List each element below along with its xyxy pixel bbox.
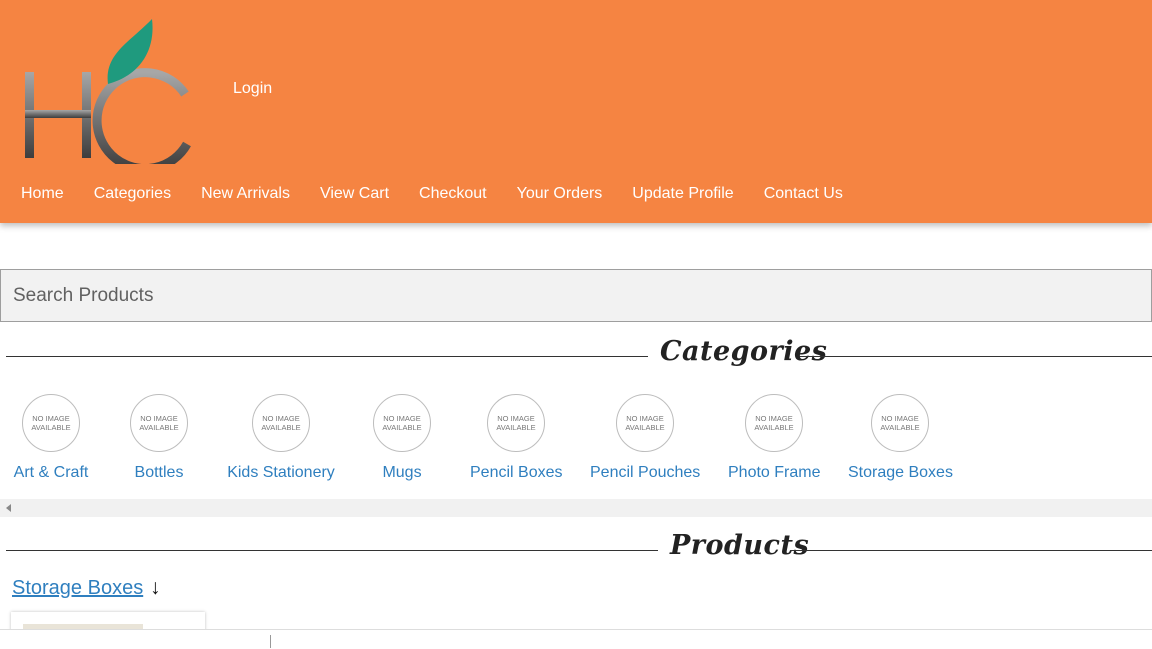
placeholder-text: AVAILABLE bbox=[880, 423, 920, 432]
placeholder-text: NO IMAGE bbox=[755, 414, 793, 423]
placeholder-text: NO IMAGE bbox=[383, 414, 421, 423]
category-item-kids-stationery[interactable]: NO IMAGE AVAILABLE Kids Stationery bbox=[227, 394, 335, 482]
nav-home[interactable]: Home bbox=[21, 185, 64, 203]
site-header: Login Home Categories New Arrivals View … bbox=[0, 0, 1152, 223]
products-title: Products bbox=[670, 530, 810, 561]
no-image-placeholder: NO IMAGE AVAILABLE bbox=[616, 394, 674, 452]
search-input[interactable] bbox=[1, 270, 1151, 321]
scroll-left-arrow-icon[interactable] bbox=[6, 504, 11, 512]
placeholder-text: NO IMAGE bbox=[140, 414, 178, 423]
placeholder-text: AVAILABLE bbox=[496, 423, 536, 432]
placeholder-text: NO IMAGE bbox=[626, 414, 664, 423]
divider-line bbox=[800, 356, 1152, 357]
products-heading: Products bbox=[6, 530, 1152, 570]
nav-view-cart[interactable]: View Cart bbox=[320, 185, 389, 203]
no-image-placeholder: NO IMAGE AVAILABLE bbox=[22, 394, 80, 452]
status-bar bbox=[0, 629, 1152, 649]
category-link-storage-boxes[interactable]: Storage Boxes bbox=[12, 577, 143, 600]
no-image-placeholder: NO IMAGE AVAILABLE bbox=[252, 394, 310, 452]
divider-line bbox=[6, 356, 648, 357]
category-label[interactable]: Kids Stationery bbox=[227, 464, 335, 482]
category-label[interactable]: Art & Craft bbox=[9, 464, 93, 482]
category-label[interactable]: Mugs bbox=[372, 464, 432, 482]
search-bar bbox=[0, 269, 1152, 322]
nav-your-orders[interactable]: Your Orders bbox=[517, 185, 603, 203]
placeholder-text: AVAILABLE bbox=[754, 423, 794, 432]
category-label[interactable]: Storage Boxes bbox=[848, 464, 953, 482]
category-item-mugs[interactable]: NO IMAGE AVAILABLE Mugs bbox=[372, 394, 432, 482]
horizontal-scrollbar[interactable] bbox=[0, 499, 1152, 517]
nav-contact-us[interactable]: Contact Us bbox=[764, 185, 843, 203]
category-item-pencil-boxes[interactable]: NO IMAGE AVAILABLE Pencil Boxes bbox=[470, 394, 563, 482]
categories-heading: Categories bbox=[6, 336, 1152, 376]
main-nav: Home Categories New Arrivals View Cart C… bbox=[21, 185, 873, 203]
no-image-placeholder: NO IMAGE AVAILABLE bbox=[373, 394, 431, 452]
placeholder-text: AVAILABLE bbox=[625, 423, 665, 432]
no-image-placeholder: NO IMAGE AVAILABLE bbox=[130, 394, 188, 452]
category-item-storage-boxes[interactable]: NO IMAGE AVAILABLE Storage Boxes bbox=[848, 394, 953, 482]
category-label[interactable]: Pencil Pouches bbox=[590, 464, 700, 482]
category-item-art-craft[interactable]: NO IMAGE AVAILABLE Art & Craft bbox=[14, 394, 88, 482]
category-list: NO IMAGE AVAILABLE Art & Craft NO IMAGE … bbox=[0, 394, 1152, 494]
nav-new-arrivals[interactable]: New Arrivals bbox=[201, 185, 290, 203]
placeholder-text: NO IMAGE bbox=[32, 414, 70, 423]
categories-title: Categories bbox=[660, 336, 828, 367]
placeholder-text: AVAILABLE bbox=[382, 423, 422, 432]
no-image-placeholder: NO IMAGE AVAILABLE bbox=[745, 394, 803, 452]
category-item-photo-frame[interactable]: NO IMAGE AVAILABLE Photo Frame bbox=[728, 394, 820, 482]
placeholder-text: NO IMAGE bbox=[497, 414, 535, 423]
no-image-placeholder: NO IMAGE AVAILABLE bbox=[487, 394, 545, 452]
no-image-placeholder: NO IMAGE AVAILABLE bbox=[871, 394, 929, 452]
nav-categories[interactable]: Categories bbox=[94, 185, 171, 203]
category-label[interactable]: Photo Frame bbox=[728, 464, 820, 482]
category-label[interactable]: Bottles bbox=[129, 464, 189, 482]
hc-logo[interactable] bbox=[20, 14, 192, 164]
category-label[interactable]: Pencil Boxes bbox=[470, 464, 563, 482]
divider-line bbox=[6, 550, 658, 551]
category-item-bottles[interactable]: NO IMAGE AVAILABLE Bottles bbox=[129, 394, 189, 482]
placeholder-text: AVAILABLE bbox=[31, 423, 71, 432]
placeholder-text: AVAILABLE bbox=[261, 423, 301, 432]
nav-checkout[interactable]: Checkout bbox=[419, 185, 487, 203]
placeholder-text: NO IMAGE bbox=[262, 414, 300, 423]
divider-line bbox=[790, 550, 1152, 551]
placeholder-text: AVAILABLE bbox=[139, 423, 179, 432]
nav-update-profile[interactable]: Update Profile bbox=[632, 185, 733, 203]
placeholder-text: NO IMAGE bbox=[881, 414, 919, 423]
login-link[interactable]: Login bbox=[233, 80, 272, 98]
arrow-down-icon: ↓ bbox=[150, 576, 161, 599]
category-item-pencil-pouches[interactable]: NO IMAGE AVAILABLE Pencil Pouches bbox=[590, 394, 700, 482]
text-cursor bbox=[270, 635, 271, 648]
